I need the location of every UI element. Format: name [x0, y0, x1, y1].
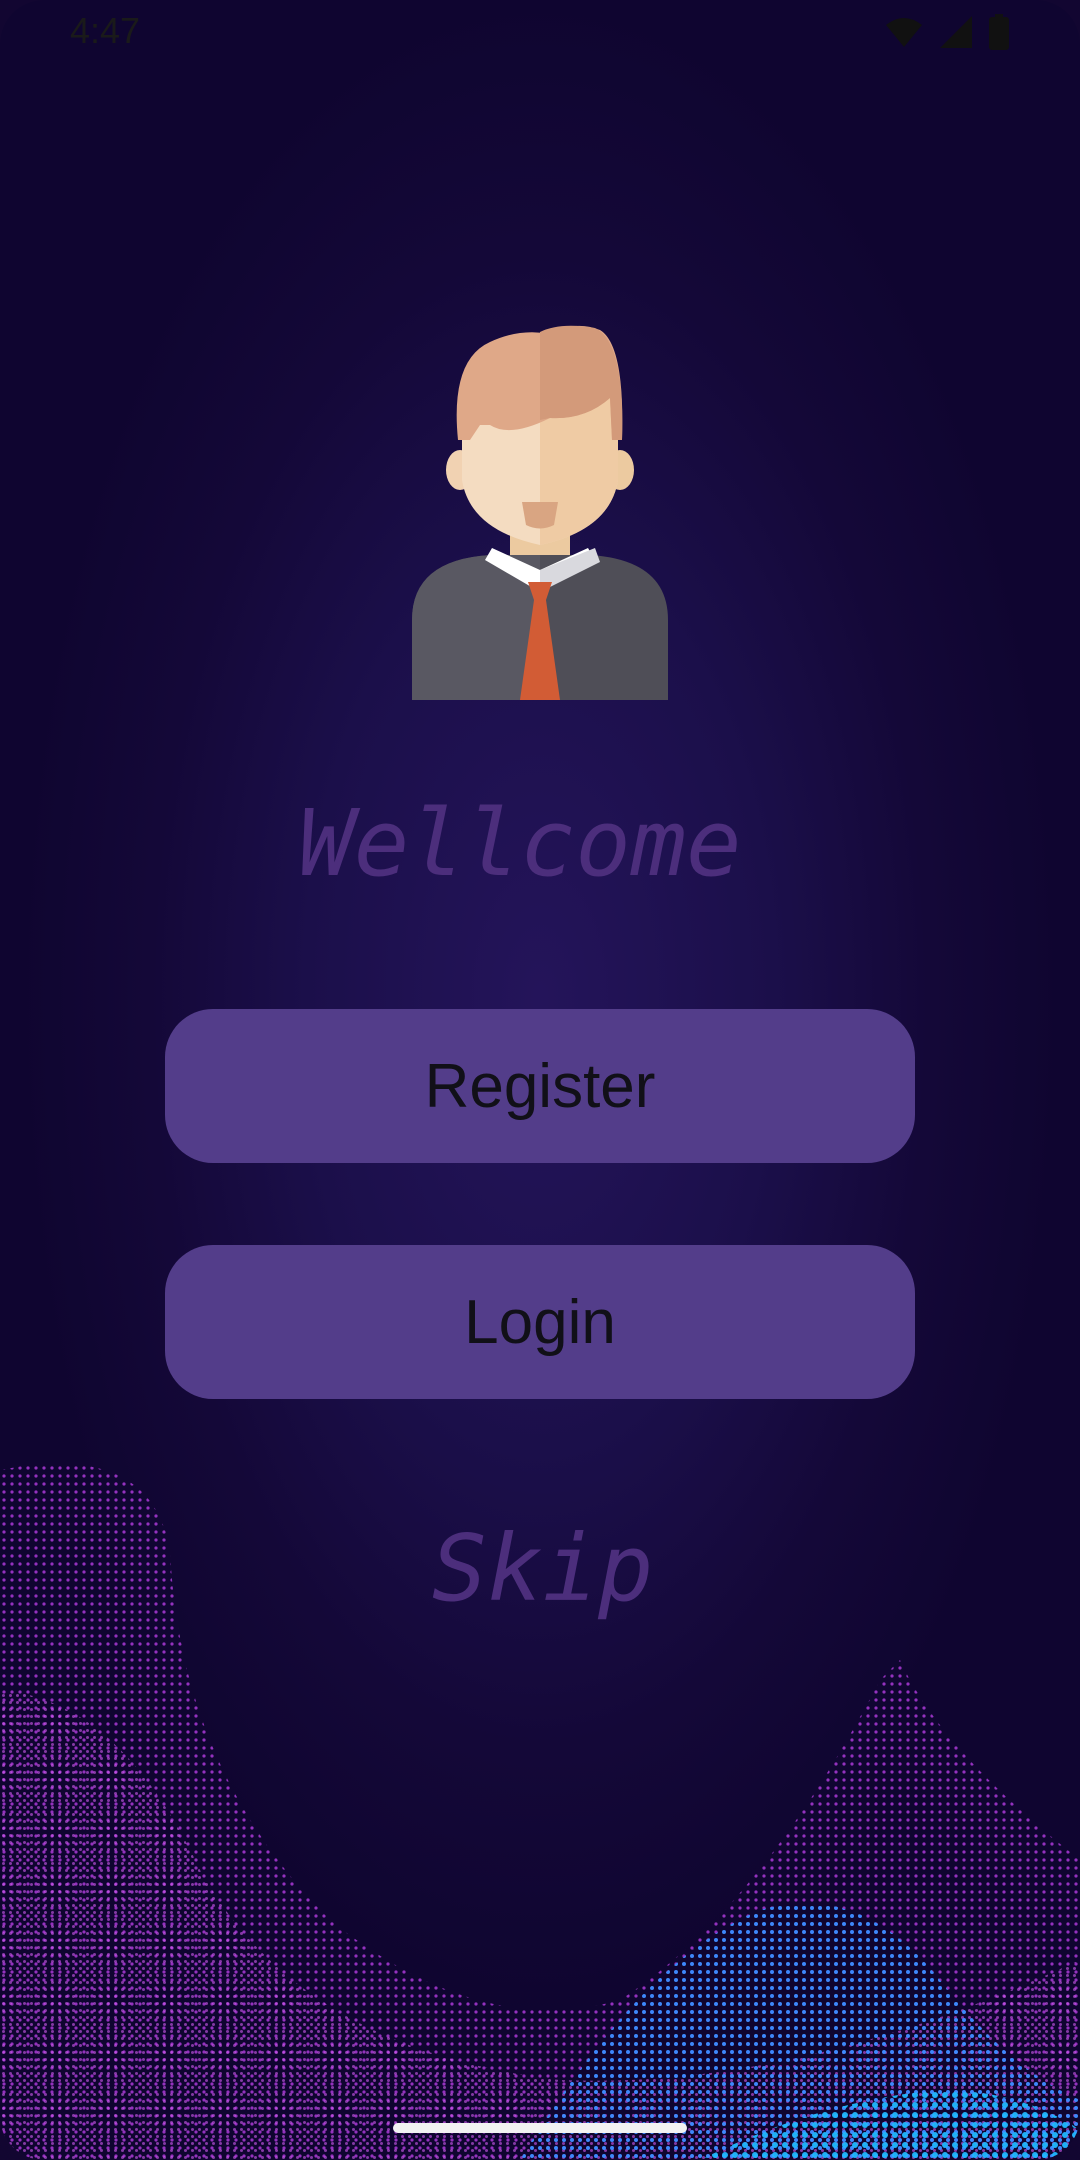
login-button[interactable]: Login — [165, 1245, 915, 1399]
wifi-icon — [884, 15, 924, 54]
status-icons — [884, 14, 1010, 55]
status-time: 4:47 — [70, 10, 141, 51]
status-bar: 4:47 — [0, 0, 1080, 64]
welcome-heading: Wellcome — [298, 790, 742, 897]
user-avatar-icon — [400, 320, 680, 700]
signal-icon — [938, 14, 974, 55]
decorative-wave-graphic — [0, 1440, 1080, 2160]
register-button[interactable]: Register — [165, 1009, 915, 1163]
battery-icon — [988, 14, 1010, 55]
home-indicator[interactable] — [393, 2123, 687, 2133]
welcome-screen: 4:47 Wellcome Register Login Skip — [0, 0, 1080, 2160]
